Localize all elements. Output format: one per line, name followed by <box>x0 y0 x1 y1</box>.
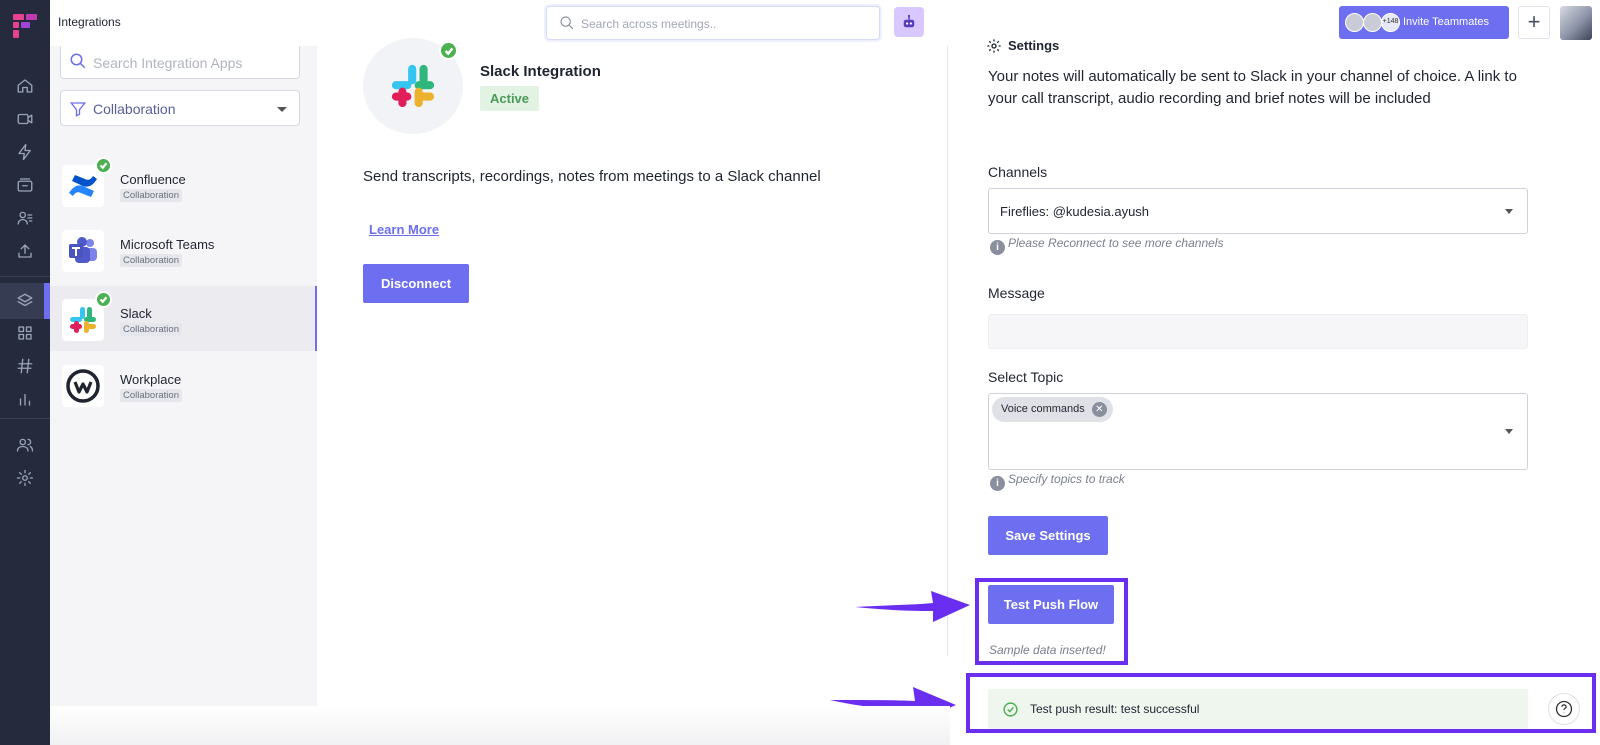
global-search-input[interactable]: Search across meetings.. <box>546 6 880 40</box>
integration-category: Collaboration <box>120 189 182 202</box>
channels-value: Fireflies: @kudesia.ayush <box>1000 204 1150 219</box>
integration-item-slack[interactable]: Slack Collaboration <box>50 286 317 351</box>
status-badge: Active <box>480 86 540 111</box>
channels-hint: i Please Reconnect to see more channels <box>990 236 1223 255</box>
chevron-down-icon <box>277 107 287 112</box>
topic-hint-text: Specify topics to track <box>1008 472 1125 486</box>
integration-name: Microsoft Teams <box>120 237 215 252</box>
invite-teammates-label: Invite Teammates <box>1403 16 1490 28</box>
integration-description: Send transcripts, recordings, notes from… <box>363 168 821 185</box>
category-filter-value: Collaboration <box>93 101 176 117</box>
check-circle-icon <box>1003 702 1018 717</box>
invite-count-badge: +148 <box>1381 13 1400 32</box>
integration-category: Collaboration <box>120 323 182 336</box>
settings-heading-label: Settings <box>1008 38 1060 53</box>
contacts-icon[interactable] <box>13 206 37 230</box>
avatar <box>1345 13 1364 32</box>
integration-item-microsoft-teams[interactable]: Microsoft Teams Collaboration <box>50 217 317 282</box>
integration-detail-panel: Slack Integration Active Send transcript… <box>317 38 947 706</box>
chart-icon[interactable] <box>13 387 37 411</box>
slack-settings-panel: Settings Your notes will automatically b… <box>948 38 1600 745</box>
annotation-arrow-icon <box>855 591 970 622</box>
message-input[interactable] <box>988 314 1528 349</box>
integration-category: Collaboration <box>120 254 182 267</box>
chevron-down-icon <box>1505 429 1513 434</box>
connected-check-icon <box>439 41 458 60</box>
search-icon <box>70 53 86 69</box>
select-topic-label: Select Topic <box>988 369 1064 385</box>
page-title: Integrations <box>58 15 121 29</box>
avatar <box>1363 13 1382 32</box>
chevron-down-icon <box>1505 209 1513 214</box>
team-icon[interactable] <box>13 433 37 457</box>
top-bar: Integrations Search across meetings.. +1… <box>50 0 1600 46</box>
archive-icon[interactable] <box>13 173 37 197</box>
category-filter-select[interactable]: Collaboration <box>60 90 300 126</box>
bot-assistant-icon[interactable] <box>894 7 924 37</box>
message-label: Message <box>988 285 1045 301</box>
channels-hint-text: Please Reconnect to see more channels <box>1008 236 1224 250</box>
remove-chip-icon[interactable]: ✕ <box>1091 402 1107 417</box>
lightning-icon[interactable] <box>13 140 37 164</box>
workplace-logo-icon <box>62 365 104 407</box>
channels-select[interactable]: Fireflies: @kudesia.ayush <box>988 188 1528 234</box>
hashtag-icon[interactable] <box>13 354 37 378</box>
topic-chip: Voice commands ✕ <box>992 397 1113 422</box>
integration-name: Confluence <box>120 172 186 187</box>
app-rail <box>0 0 50 745</box>
info-icon: i <box>990 476 1005 491</box>
integration-name: Slack <box>120 306 152 321</box>
integration-name: Workplace <box>120 372 182 387</box>
invite-teammates-button[interactable]: +148 Invite Teammates <box>1339 6 1509 39</box>
fireflies-logo-icon[interactable] <box>11 12 39 40</box>
topic-select[interactable]: Voice commands ✕ <box>988 393 1528 470</box>
toast-message: Test push result: test successful <box>1030 702 1200 716</box>
connected-check-icon <box>95 157 112 174</box>
bottom-fade <box>50 706 950 745</box>
upload-icon[interactable] <box>13 239 37 263</box>
home-icon[interactable] <box>13 74 37 98</box>
search-icon <box>559 15 577 33</box>
apps-grid-icon[interactable] <box>13 321 37 345</box>
learn-more-link[interactable]: Learn More <box>369 222 439 237</box>
channels-label: Channels <box>988 164 1048 180</box>
integration-item-confluence[interactable]: Confluence Collaboration <box>50 152 317 217</box>
disconnect-button[interactable]: Disconnect <box>363 264 469 303</box>
integration-category: Collaboration <box>120 389 182 402</box>
sample-data-note: Sample data inserted! <box>989 643 1106 657</box>
settings-description: Your notes will automatically be sent to… <box>988 68 1517 107</box>
video-icon[interactable] <box>13 107 37 131</box>
integration-title: Slack Integration <box>480 63 601 80</box>
connected-check-icon <box>95 291 112 308</box>
integrations-list-panel: Search Integration Apps Collaboration Co… <box>50 46 317 706</box>
help-button[interactable] <box>1548 693 1580 725</box>
add-button[interactable]: + <box>1518 6 1550 39</box>
topic-hint: i Specify topics to track <box>990 472 1125 491</box>
settings-icon[interactable] <box>13 466 37 490</box>
success-toast: Test push result: test successful <box>988 689 1528 729</box>
integration-search-placeholder: Search Integration Apps <box>93 55 243 71</box>
user-avatar[interactable] <box>1560 6 1592 40</box>
integration-item-workplace[interactable]: Workplace Collaboration <box>50 352 317 417</box>
topic-chip-label: Voice commands <box>1001 403 1085 415</box>
test-push-flow-button[interactable]: Test Push Flow <box>988 585 1114 624</box>
filter-icon <box>69 102 87 117</box>
question-icon <box>1555 700 1573 718</box>
microsoft-teams-logo-icon <box>62 230 104 272</box>
save-settings-button[interactable]: Save Settings <box>988 516 1108 555</box>
gear-icon <box>987 39 1001 53</box>
integration-search-input[interactable]: Search Integration Apps <box>60 46 300 79</box>
search-placeholder: Search across meetings.. <box>581 17 717 31</box>
layers-icon[interactable] <box>13 289 37 313</box>
info-icon: i <box>990 240 1005 255</box>
